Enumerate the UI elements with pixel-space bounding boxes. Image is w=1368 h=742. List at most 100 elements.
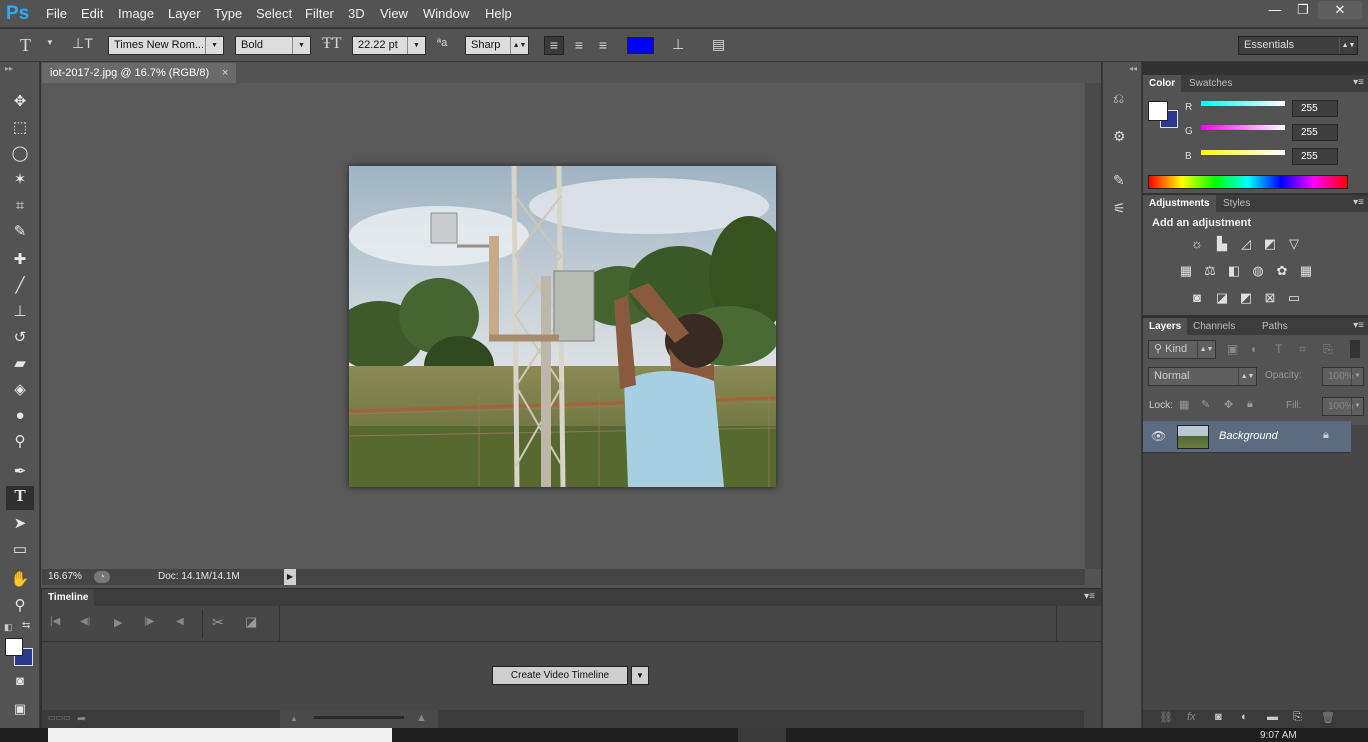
status-menu-arrow-icon[interactable]: ▶ (284, 569, 296, 585)
antialias-select[interactable]: Sharp ▲▼ (465, 36, 529, 55)
tab-channels[interactable]: Channels (1187, 318, 1241, 335)
split-scissors-icon[interactable]: ✂ (212, 614, 224, 631)
zoom-in-icon[interactable]: ▲ (416, 712, 427, 724)
panel-menu-icon[interactable]: ▾≡ (1353, 197, 1364, 208)
color-spectrum-bar[interactable] (1148, 175, 1348, 189)
tab-styles[interactable]: Styles (1217, 195, 1256, 212)
menu-select[interactable]: Select (256, 6, 292, 21)
red-slider[interactable] (1201, 101, 1285, 106)
layer-filter-kind-select[interactable]: ⚲ Kind ▲▼ (1148, 340, 1216, 359)
menu-type[interactable]: Type (214, 6, 242, 21)
align-left-icon[interactable]: ≡ (544, 36, 564, 55)
first-frame-icon[interactable]: |◀ (50, 616, 60, 627)
gradient-map-icon[interactable]: ▭ (1285, 290, 1303, 306)
exposure-icon[interactable]: ◩ (1261, 236, 1279, 252)
filter-type-icon[interactable]: T (1275, 342, 1282, 356)
timeline-mode-dropdown-icon[interactable]: ▼ (631, 666, 649, 685)
menu-file[interactable]: File (46, 6, 67, 21)
channel-mixer-icon[interactable]: ✿ (1273, 263, 1291, 279)
new-adjustment-layer-icon[interactable]: ◐ (1241, 711, 1248, 723)
add-mask-icon[interactable]: ◙ (1215, 711, 1222, 723)
timeline-frames-icon[interactable]: ▭▭▭ (48, 713, 71, 722)
menu-filter[interactable]: Filter (305, 6, 334, 21)
eyedropper-tool-icon[interactable]: ✎ (6, 220, 34, 244)
green-value-input[interactable]: 255 (1292, 124, 1338, 141)
path-selection-tool-icon[interactable]: ➤ (6, 512, 34, 536)
menu-layer[interactable]: Layer (168, 6, 201, 21)
move-tool-icon[interactable]: ✥ (6, 90, 34, 114)
filter-pixel-icon[interactable]: ▣ (1227, 342, 1238, 356)
type-tool-preset-icon[interactable]: T (20, 35, 31, 56)
eraser-tool-icon[interactable]: ▰ (6, 352, 34, 376)
tool-presets-icon[interactable]: ⚟ (1113, 200, 1126, 217)
photo-filter-icon[interactable]: ◍ (1249, 263, 1267, 279)
workspace-select[interactable]: Essentials ▲▼ (1238, 36, 1358, 55)
filter-adjustment-icon[interactable]: ◐ (1251, 342, 1258, 356)
crop-tool-icon[interactable]: ⌗ (6, 194, 34, 218)
menu-3d[interactable]: 3D (348, 6, 365, 21)
foreground-color-swatch[interactable] (1148, 101, 1168, 121)
foreground-color-swatch[interactable] (5, 638, 23, 656)
healing-brush-tool-icon[interactable]: ✚ (6, 248, 34, 272)
rectangle-tool-icon[interactable]: ▭ (6, 538, 34, 562)
brush-presets-icon[interactable]: ✎ (1113, 172, 1125, 189)
visibility-eye-icon[interactable]: 👁︎ (1151, 429, 1166, 443)
zoom-slider-track[interactable] (280, 710, 438, 728)
black-white-icon[interactable]: ◧ (1225, 263, 1243, 279)
green-slider[interactable] (1201, 125, 1285, 130)
menu-edit[interactable]: Edit (81, 6, 103, 21)
blend-mode-select[interactable]: Normal ▲▼ (1148, 367, 1257, 386)
character-panel-icon[interactable]: ▤ (712, 36, 725, 53)
layer-row-background[interactable]: 👁︎ Background 🔒︎ (1143, 421, 1351, 453)
status-info-icon[interactable]: ◔ (94, 571, 110, 583)
lock-image-icon[interactable]: ✎ (1201, 398, 1210, 411)
zoom-level[interactable]: 16.67% (48, 569, 82, 585)
vibrance-icon[interactable]: ▽ (1285, 236, 1303, 252)
font-family-select[interactable]: Times New Rom... ▼ (108, 36, 224, 55)
warp-text-icon[interactable]: ⊥ (672, 36, 684, 53)
link-layers-icon[interactable]: ⛓ (1159, 711, 1173, 724)
create-video-timeline-button[interactable]: Create Video Timeline (492, 666, 628, 685)
red-value-input[interactable]: 255 (1292, 100, 1338, 117)
posterize-icon[interactable]: ◪ (1213, 290, 1231, 306)
menu-window[interactable]: Window (423, 6, 469, 21)
hand-tool-icon[interactable]: ✋ (6, 568, 34, 592)
next-frame-icon[interactable]: |▶ (144, 616, 154, 627)
font-size-select[interactable]: 22.22 pt ▼ (352, 36, 426, 55)
lock-transparent-icon[interactable]: ▦ (1179, 398, 1189, 411)
vertical-scrollbar[interactable] (1085, 83, 1101, 569)
marquee-tool-icon[interactable]: ⬚ (6, 116, 34, 140)
zoom-tool-icon[interactable]: ⚲ (6, 594, 34, 618)
lock-position-icon[interactable]: ✥ (1224, 398, 1233, 411)
levels-icon[interactable]: ▙ (1213, 236, 1231, 252)
fill-input[interactable]: 100% ▼ (1322, 397, 1364, 416)
collapse-arrows-icon[interactable]: ▸▸ (5, 64, 13, 73)
hue-saturation-icon[interactable]: ▦ (1177, 263, 1195, 279)
pen-tool-icon[interactable]: ✒ (6, 460, 34, 484)
panel-menu-icon[interactable]: ▾≡ (1084, 591, 1095, 602)
dodge-tool-icon[interactable]: ⚲ (6, 430, 34, 454)
close-button[interactable]: ✕ (1318, 1, 1362, 19)
zoom-out-icon[interactable]: ▲ (290, 714, 298, 723)
quick-mask-icon[interactable]: ◙ (6, 669, 34, 693)
layer-style-icon[interactable]: fx (1187, 711, 1196, 723)
selective-color-icon[interactable]: ⊠ (1261, 290, 1279, 306)
restore-button[interactable]: ❐ (1286, 1, 1320, 19)
properties-panel-icon[interactable]: ⚙ (1113, 128, 1126, 145)
filter-shape-icon[interactable]: ⌗ (1299, 342, 1306, 357)
tab-swatches[interactable]: Swatches (1183, 75, 1238, 92)
preset-dropdown-icon[interactable]: ▼ (46, 38, 54, 47)
menu-view[interactable]: View (380, 6, 408, 21)
color-balance-icon[interactable]: ⚖ (1201, 263, 1219, 279)
new-layer-icon[interactable]: ⎘ (1293, 711, 1302, 724)
blue-value-input[interactable]: 255 (1292, 148, 1338, 165)
opacity-input[interactable]: 100% ▼ (1322, 367, 1364, 386)
tab-color[interactable]: Color (1143, 75, 1182, 92)
audio-icon[interactable]: ◀ (176, 616, 184, 627)
paint-bucket-tool-icon[interactable]: ◈ (6, 378, 34, 402)
timeline-tab[interactable]: Timeline (42, 589, 95, 606)
tab-adjustments[interactable]: Adjustments (1143, 195, 1216, 212)
text-color-swatch[interactable] (627, 37, 654, 54)
align-center-icon[interactable]: ≡ (569, 37, 589, 53)
default-colors-icon[interactable]: ◧ (4, 622, 13, 633)
